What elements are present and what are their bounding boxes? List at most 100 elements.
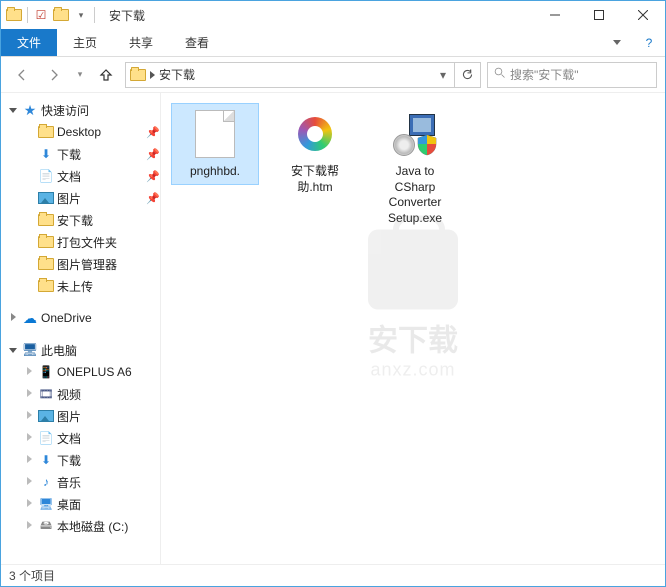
music-icon: ♪ <box>37 473 55 491</box>
file-item[interactable]: Java to CSharp Converter Setup.exe <box>371 103 459 231</box>
sidebar-item[interactable]: 📄文档 <box>1 427 160 449</box>
folder-icon <box>37 255 55 273</box>
sidebar-item-label: 下载 <box>57 452 160 469</box>
download-icon: ⬇ <box>37 145 55 163</box>
sidebar-item-label: 下载 <box>57 146 144 163</box>
sidebar-item-label: 打包文件夹 <box>57 234 160 251</box>
sidebar-item[interactable]: 📄文档📌 <box>1 165 160 187</box>
sidebar-item-label: 本地磁盘 (C:) <box>57 518 160 535</box>
document-icon: 📄 <box>37 429 55 447</box>
sidebar-item-label: 音乐 <box>57 474 160 491</box>
pin-icon: 📌 <box>146 148 160 161</box>
sidebar-item[interactable]: ⬇下载 <box>1 449 160 471</box>
picture-icon <box>37 189 55 207</box>
sidebar-item-label: 视频 <box>57 386 160 403</box>
tab-file[interactable]: 文件 <box>1 29 57 56</box>
close-button[interactable] <box>621 1 665 29</box>
breadcrumb[interactable]: 安下载 <box>157 66 432 83</box>
sidebar-item-label: 图片 <box>57 190 144 207</box>
tab-view[interactable]: 查看 <box>169 29 225 56</box>
refresh-button[interactable] <box>455 62 481 88</box>
sidebar-item[interactable]: Desktop📌 <box>1 121 160 143</box>
sidebar-item[interactable]: ⬇下载📌 <box>1 143 160 165</box>
maximize-button[interactable] <box>577 1 621 29</box>
folder-icon <box>37 233 55 251</box>
sidebar-item[interactable]: 安下载 <box>1 209 160 231</box>
sidebar-item[interactable]: 🎞视频 <box>1 383 160 405</box>
sidebar-item-label: 安下载 <box>57 212 160 229</box>
sidebar-item-label: ONEPLUS A6 <box>57 365 160 379</box>
file-item[interactable]: 安下载帮助.htm <box>271 103 359 200</box>
sidebar-quick-access[interactable]: ★ 快速访问 <box>1 99 160 121</box>
navigation-bar: ▾ 安下载 ▾ 搜索"安下载" <box>1 57 665 93</box>
up-button[interactable] <box>93 62 119 88</box>
tab-share[interactable]: 共享 <box>113 29 169 56</box>
folder-icon <box>128 65 148 85</box>
tab-home[interactable]: 主页 <box>57 29 113 56</box>
folder-icon[interactable] <box>52 6 70 24</box>
file-name: Java to CSharp Converter Setup.exe <box>376 164 454 226</box>
sidebar-item[interactable]: ♪音乐 <box>1 471 160 493</box>
file-name: pnghhbd. <box>190 164 240 180</box>
search-input[interactable]: 搜索"安下载" <box>487 62 657 88</box>
recent-dropdown-icon[interactable]: ▾ <box>73 62 87 88</box>
download-icon: ⬇ <box>37 451 55 469</box>
status-bar: 3 个项目 <box>1 564 665 586</box>
sidebar-item[interactable]: 图片📌 <box>1 187 160 209</box>
file-list[interactable]: pnghhbd. 安下载帮助.htm Java to CSharp Converte… <box>161 93 665 564</box>
properties-icon[interactable]: ☑ <box>32 6 50 24</box>
file-item[interactable]: pnghhbd. <box>171 103 259 185</box>
document-icon: 📄 <box>37 167 55 185</box>
status-text: 3 个项目 <box>9 567 55 584</box>
pin-icon: 📌 <box>146 170 160 183</box>
address-bar[interactable]: 安下载 ▾ <box>125 62 455 88</box>
forward-button[interactable] <box>41 62 67 88</box>
picture-icon <box>37 407 55 425</box>
folder-icon <box>37 277 55 295</box>
sidebar-item[interactable]: 图片管理器 <box>1 253 160 275</box>
window-controls <box>533 1 665 29</box>
folder-icon <box>37 211 55 229</box>
sidebar-item[interactable]: 打包文件夹 <box>1 231 160 253</box>
navigation-pane[interactable]: ★ 快速访问 Desktop📌⬇下载📌📄文档📌图片📌安下载打包文件夹图片管理器未… <box>1 93 161 564</box>
qat-dropdown-icon[interactable]: ▾ <box>72 6 90 24</box>
back-button[interactable] <box>9 62 35 88</box>
installer-icon <box>393 112 437 156</box>
help-button[interactable]: ? <box>633 29 665 56</box>
pc-icon: 🖥 <box>21 341 39 359</box>
pin-icon: 📌 <box>146 126 160 139</box>
ribbon-expand-icon[interactable] <box>601 29 633 56</box>
star-icon: ★ <box>21 101 39 119</box>
desktop-icon: 🖥 <box>37 495 55 513</box>
sidebar-item-label: Desktop <box>57 125 144 139</box>
qat-separator <box>27 7 28 23</box>
disk-icon: 🖴 <box>37 517 55 535</box>
titlebar: ☑ ▾ 安下载 <box>1 1 665 29</box>
file-icon <box>195 110 235 158</box>
breadcrumb-sep-icon[interactable] <box>150 68 155 82</box>
sidebar-this-pc[interactable]: 🖥 此电脑 <box>1 339 160 361</box>
sidebar-item[interactable]: 图片 <box>1 405 160 427</box>
htm-icon <box>298 117 332 151</box>
pin-icon: 📌 <box>146 192 160 205</box>
quick-access-toolbar: ☑ ▾ <box>1 6 101 24</box>
phone-icon: 📱 <box>37 363 55 381</box>
sidebar-item[interactable]: 🖴本地磁盘 (C:) <box>1 515 160 537</box>
sidebar-item[interactable]: 🖥桌面 <box>1 493 160 515</box>
address-dropdown-icon[interactable]: ▾ <box>434 68 452 82</box>
folder-icon <box>37 123 55 141</box>
sidebar-item-label: 桌面 <box>57 496 160 513</box>
sidebar-onedrive[interactable]: ☁ OneDrive <box>1 307 160 329</box>
sidebar-item[interactable]: 📱ONEPLUS A6 <box>1 361 160 383</box>
watermark: 安下载 anxz.com <box>368 229 458 380</box>
folder-icon[interactable] <box>5 6 23 24</box>
minimize-button[interactable] <box>533 1 577 29</box>
sidebar-item-label: 图片管理器 <box>57 256 160 273</box>
window-title: 安下载 <box>101 7 533 24</box>
ribbon: 文件 主页 共享 查看 ? <box>1 29 665 57</box>
search-icon <box>494 67 506 82</box>
qat-separator <box>94 7 95 23</box>
cloud-icon: ☁ <box>21 309 39 327</box>
sidebar-item[interactable]: 未上传 <box>1 275 160 297</box>
sidebar-item-label: 文档 <box>57 430 160 447</box>
